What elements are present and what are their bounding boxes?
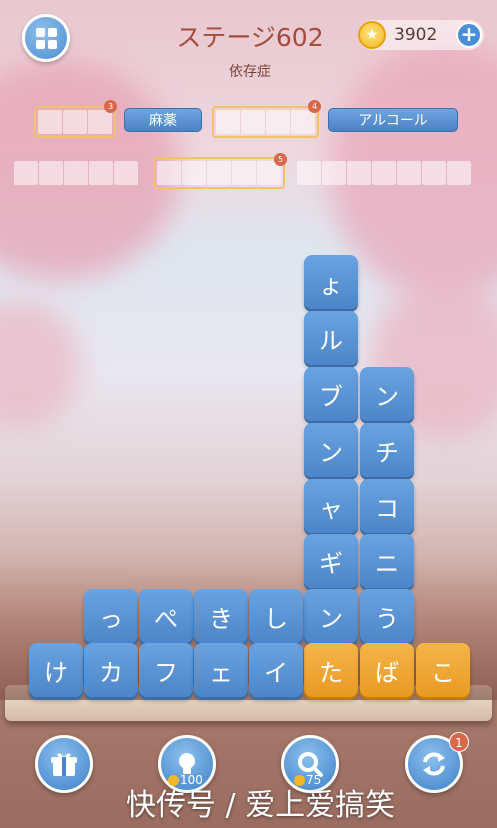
letter-tile[interactable]: し <box>249 589 303 643</box>
letter-tile[interactable]: け <box>29 643 83 697</box>
solved-word-label: アルコール <box>328 108 458 132</box>
letter-tile[interactable]: ャ <box>304 479 358 533</box>
menu-button[interactable] <box>22 14 70 62</box>
letter-tile[interactable]: ニ <box>360 534 414 588</box>
word-slot-5 <box>12 159 140 187</box>
add-coins-button[interactable]: + <box>456 22 482 48</box>
word-slot-7 <box>295 159 473 187</box>
letter-tile[interactable]: チ <box>360 423 414 477</box>
letter-tile[interactable]: う <box>360 589 414 643</box>
letter-tile[interactable]: ょ <box>304 255 358 309</box>
letter-tile[interactable]: っ <box>84 589 138 643</box>
gift-button[interactable] <box>35 735 93 793</box>
word-length-badge: 4 <box>308 100 321 113</box>
letter-tile[interactable]: フ <box>139 643 193 697</box>
letter-tile[interactable]: ン <box>304 423 358 477</box>
letter-tile[interactable]: ェ <box>194 643 248 697</box>
letter-tile[interactable]: ぺ <box>139 589 193 643</box>
letter-tile[interactable]: ン <box>360 367 414 421</box>
refresh-icon <box>423 752 445 776</box>
stage-theme: 依存症 <box>229 64 271 80</box>
shuffle-badge: 1 <box>449 732 469 752</box>
word-slot-4 <box>212 106 319 138</box>
letter-tile[interactable]: ギ <box>304 534 358 588</box>
watermark-text: 快传号 / 爱上爱搞笑 <box>126 788 396 823</box>
word-slot-3 <box>34 106 116 138</box>
coin-value: 3902 <box>394 25 438 45</box>
top-bar: ステージ602 依存症 ★ 3902 + <box>0 0 497 90</box>
word-length-badge: 5 <box>274 153 287 166</box>
letter-tile-selected[interactable]: こ <box>416 643 470 697</box>
stage-title: ステージ602 <box>176 23 324 52</box>
letter-tile[interactable]: ブ <box>304 367 358 421</box>
gift-icon <box>51 753 77 776</box>
letter-tile-selected[interactable]: た <box>304 643 358 697</box>
letter-tile-selected[interactable]: ば <box>360 643 414 697</box>
letter-tile[interactable]: イ <box>249 643 303 697</box>
letter-tile[interactable]: カ <box>84 643 138 697</box>
solved-word-label: 麻薬 <box>124 108 202 132</box>
letter-tile[interactable]: コ <box>360 479 414 533</box>
word-length-badge: 3 <box>104 100 117 113</box>
coin-icon: ★ <box>358 21 386 49</box>
letter-tile[interactable]: ン <box>304 589 358 643</box>
coin-counter: ★ 3902 + <box>358 20 484 50</box>
letter-tile[interactable]: ル <box>304 311 358 365</box>
grid-menu-icon <box>35 27 57 49</box>
word-slot-5 <box>153 157 285 189</box>
letter-tile[interactable]: き <box>194 589 248 643</box>
